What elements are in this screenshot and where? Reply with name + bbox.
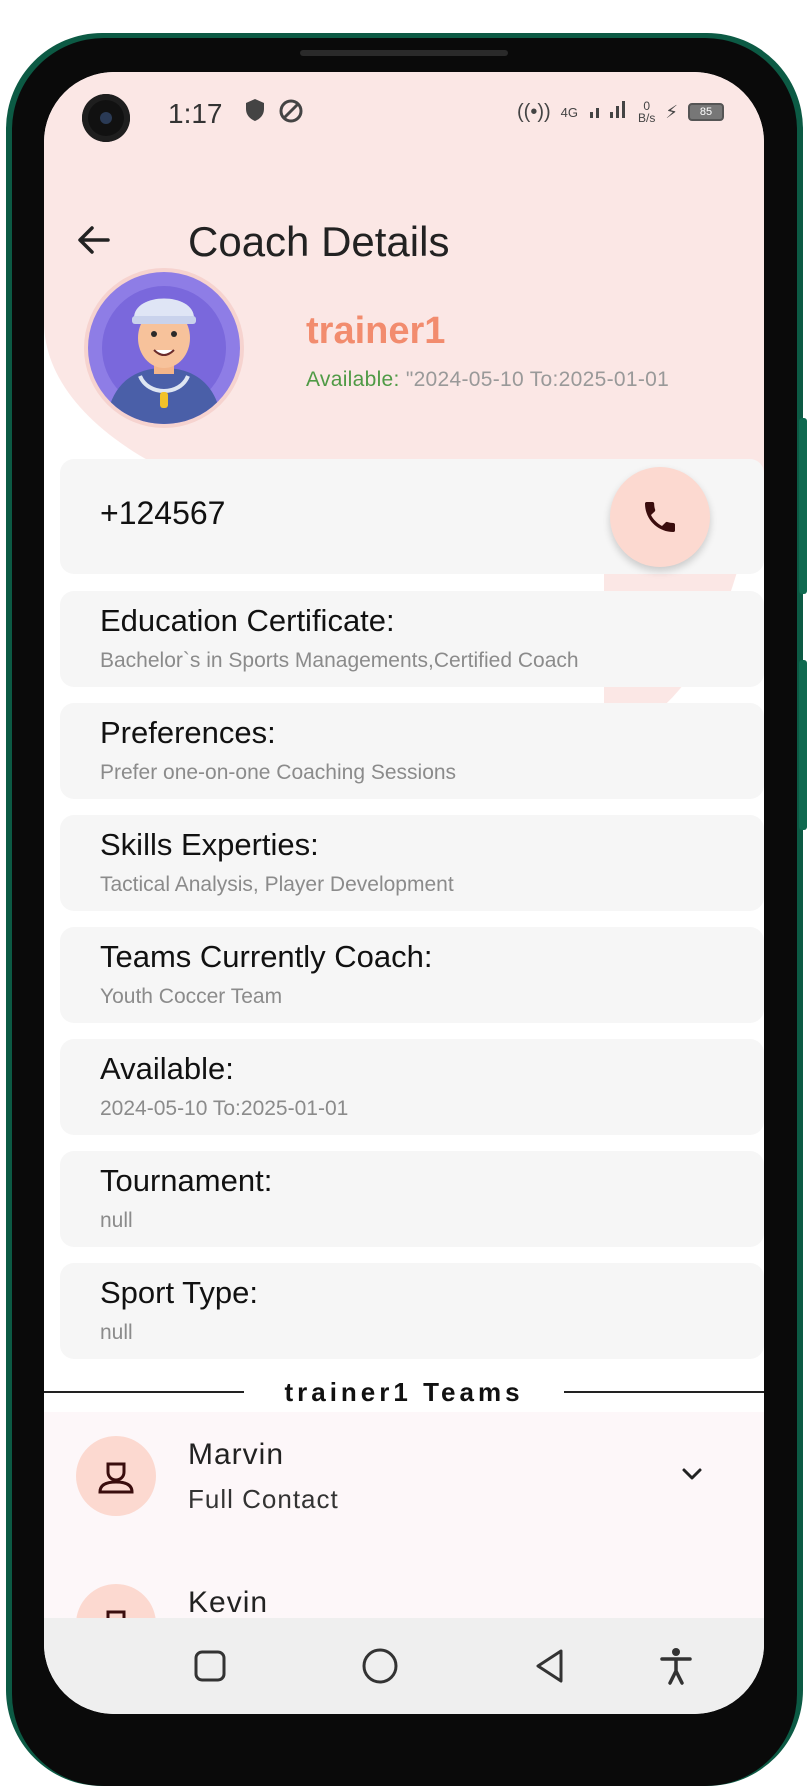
circle-icon — [362, 1648, 398, 1684]
preferences-card: Preferences: Prefer one-on-one Coaching … — [60, 703, 764, 799]
availability-label: Available: — [306, 368, 400, 391]
chevron-down-icon — [682, 1468, 702, 1480]
back-button[interactable] — [68, 214, 120, 266]
teams-coached-label: Teams Currently Coach: — [100, 939, 433, 974]
home-button[interactable] — [356, 1642, 404, 1690]
team-avatar — [76, 1436, 156, 1516]
tournament-card: Tournament: null — [60, 1151, 764, 1247]
hotspot-icon: ((•)) — [517, 100, 551, 123]
person-badge-icon — [98, 1462, 134, 1494]
team-name: Kevin — [188, 1586, 269, 1619]
available-label: Available: — [100, 1051, 234, 1086]
accessibility-icon — [660, 1648, 692, 1685]
tournament-label: Tournament: — [100, 1163, 273, 1198]
charging-icon: ⚡ — [665, 101, 678, 122]
teams-list: Marvin Full Contact Kevin — [44, 1412, 764, 1644]
skills-value: Tactical Analysis, Player Development — [100, 873, 454, 896]
skills-label: Skills Experties: — [100, 827, 319, 862]
coach-name: trainer1 — [306, 310, 446, 352]
availability-summary: Available: "2024-05-10 To:2025-01-01 — [306, 368, 669, 392]
teams-coached-card: Teams Currently Coach: Youth Coccer Team — [60, 927, 764, 1023]
screen: 1:17 ((•)) 4G 0 B/s ⚡ 85 Coach Details t… — [44, 72, 764, 1714]
availability-value: "2024-05-10 To:2025-01-01 — [399, 368, 670, 391]
net-speed: 0 B/s — [638, 99, 656, 125]
system-nav-bar — [44, 1618, 764, 1714]
back-nav-button[interactable] — [526, 1642, 574, 1690]
coach-avatar-illustration — [102, 286, 226, 424]
teams-section-header: trainer1 Teams — [44, 1372, 764, 1412]
sport-type-label: Sport Type: — [100, 1275, 258, 1310]
power-button — [799, 660, 807, 830]
app-bar: Coach Details — [44, 202, 764, 282]
available-card: Available: 2024-05-10 To:2025-01-01 — [60, 1039, 764, 1135]
education-certificate-value: Bachelor`s in Sports Managements,Certifi… — [100, 649, 579, 672]
status-bar: 1:17 ((•)) 4G 0 B/s ⚡ 85 — [44, 72, 764, 152]
expand-button[interactable] — [672, 1454, 712, 1494]
status-time: 1:17 — [168, 98, 223, 129]
network-type: 4G — [560, 104, 579, 120]
preferences-label: Preferences: — [100, 715, 276, 750]
recents-button[interactable] — [186, 1642, 234, 1690]
signal-icon — [588, 98, 628, 126]
education-certificate-card: Education Certificate: Bachelor`s in Spo… — [60, 591, 764, 687]
accessibility-button[interactable] — [652, 1642, 700, 1690]
arrow-left-icon — [78, 226, 110, 254]
team-list-item[interactable]: Marvin Full Contact — [44, 1412, 764, 1532]
call-button[interactable] — [610, 467, 710, 567]
page-title: Coach Details — [188, 218, 450, 265]
phone-number: +124567 — [100, 495, 226, 531]
volume-button — [799, 418, 807, 594]
do-not-disturb-icon — [278, 98, 304, 131]
teams-coached-value: Youth Coccer Team — [100, 985, 283, 1008]
status-icons: ((•)) 4G 0 B/s ⚡ 85 — [517, 98, 724, 126]
team-type: Full Contact — [188, 1484, 339, 1514]
education-certificate-label: Education Certificate: — [100, 603, 395, 638]
preferences-value: Prefer one-on-one Coaching Sessions — [100, 761, 457, 784]
tournament-value: null — [100, 1209, 133, 1232]
sport-type-card: Sport Type: null — [60, 1263, 764, 1359]
available-value: 2024-05-10 To:2025-01-01 — [100, 1097, 349, 1120]
square-icon — [194, 1650, 226, 1682]
teams-section-title: trainer1 Teams — [244, 1372, 564, 1412]
phone-card: +124567 — [60, 459, 764, 574]
phone-icon — [645, 502, 675, 532]
coach-avatar — [88, 272, 240, 424]
triangle-back-icon — [536, 1649, 563, 1683]
sport-type-value: null — [100, 1321, 133, 1344]
front-camera — [82, 94, 130, 142]
battery-icon: 85 — [688, 103, 724, 121]
shield-icon — [244, 98, 266, 129]
speaker-grille — [300, 50, 508, 56]
team-name: Marvin — [188, 1438, 285, 1471]
skills-card: Skills Experties: Tactical Analysis, Pla… — [60, 815, 764, 911]
